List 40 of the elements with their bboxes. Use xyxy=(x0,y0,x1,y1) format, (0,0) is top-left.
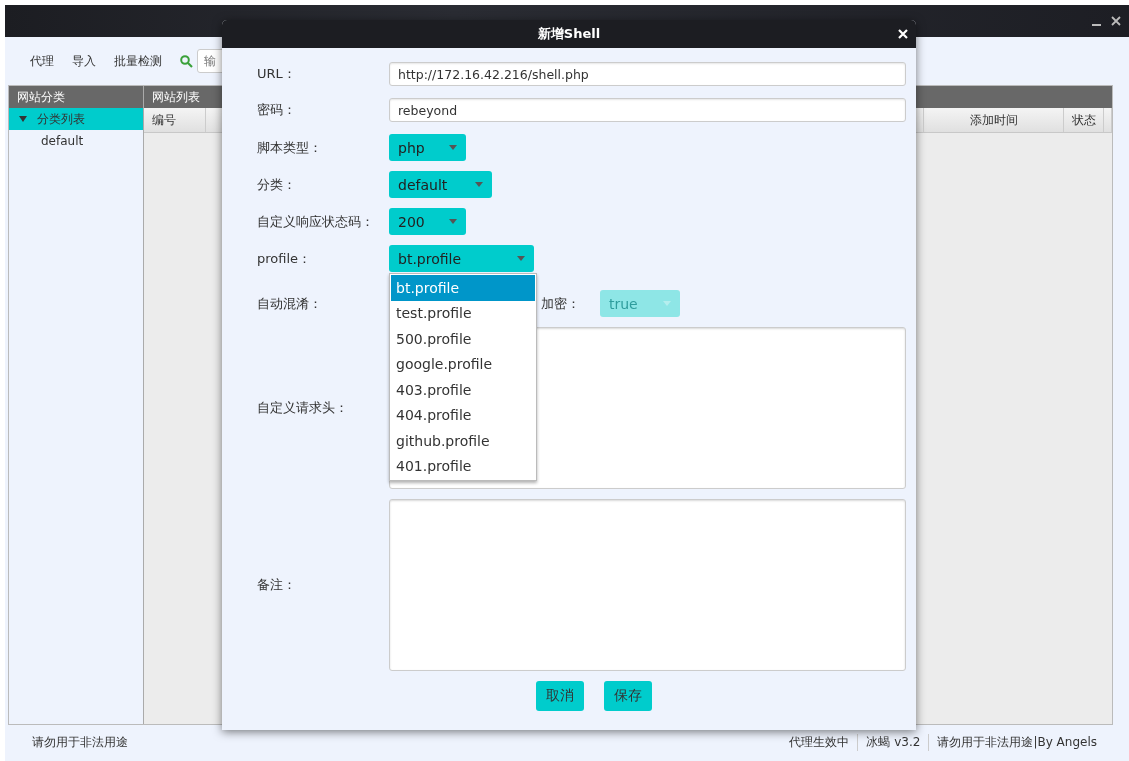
field-label: 备注： xyxy=(257,576,297,594)
toolbar-item[interactable]: 代理 xyxy=(30,52,54,70)
text-field[interactable]: http://172.16.42.216/shell.php xyxy=(389,62,906,86)
close-button[interactable] xyxy=(896,27,910,41)
field-label: 脚本类型： xyxy=(257,138,323,157)
field-label: 加密： xyxy=(541,294,580,313)
dialog-button[interactable]: 取消 xyxy=(536,681,584,711)
caret-icon xyxy=(449,219,457,224)
search-icon xyxy=(180,54,193,68)
caret-icon xyxy=(517,256,525,261)
column-header[interactable]: 编号 xyxy=(144,108,206,132)
dialog-button[interactable]: 保存 xyxy=(604,681,652,711)
combo-box[interactable]: default xyxy=(389,171,492,198)
caret-icon xyxy=(663,301,671,306)
status-text: 冰蝎 v3.2 xyxy=(857,733,929,751)
toolbar-item[interactable]: 导入 xyxy=(72,52,96,70)
combo-box[interactable]: 200 xyxy=(389,208,466,235)
combo-box[interactable]: bt.profile xyxy=(389,245,534,272)
triangle-down-icon[interactable] xyxy=(19,115,27,123)
text-field[interactable]: rebeyond xyxy=(389,98,906,122)
caret-icon xyxy=(449,145,457,150)
status-text: 代理生效中 xyxy=(788,733,851,751)
field-label: profile： xyxy=(257,249,313,268)
caret-icon xyxy=(475,182,483,187)
field-label: 自动混淆： xyxy=(257,294,323,313)
close-icon[interactable] xyxy=(1111,16,1121,26)
field-label: 自定义请求头： xyxy=(257,399,349,417)
status-text: 请勿用于非法用途|By Angels xyxy=(928,733,1105,751)
tree-item[interactable]: default xyxy=(9,130,143,152)
column-header[interactable]: 状态 xyxy=(1064,108,1104,132)
pane-header: 网站分类 xyxy=(9,86,143,108)
dialog-title: 新增Shell xyxy=(537,25,601,43)
status-text: 请勿用于非法用途 xyxy=(32,733,128,751)
field-label: 自定义响应状态码： xyxy=(257,212,375,231)
column-header[interactable]: 添加时间 xyxy=(924,108,1064,132)
toolbar-item[interactable]: 批量检测 xyxy=(114,52,162,70)
combo-box[interactable]: php xyxy=(389,134,466,161)
field-label: URL： xyxy=(257,65,297,83)
field-label: 分类： xyxy=(257,175,297,194)
tree-item[interactable]: 分类列表 xyxy=(9,108,143,130)
